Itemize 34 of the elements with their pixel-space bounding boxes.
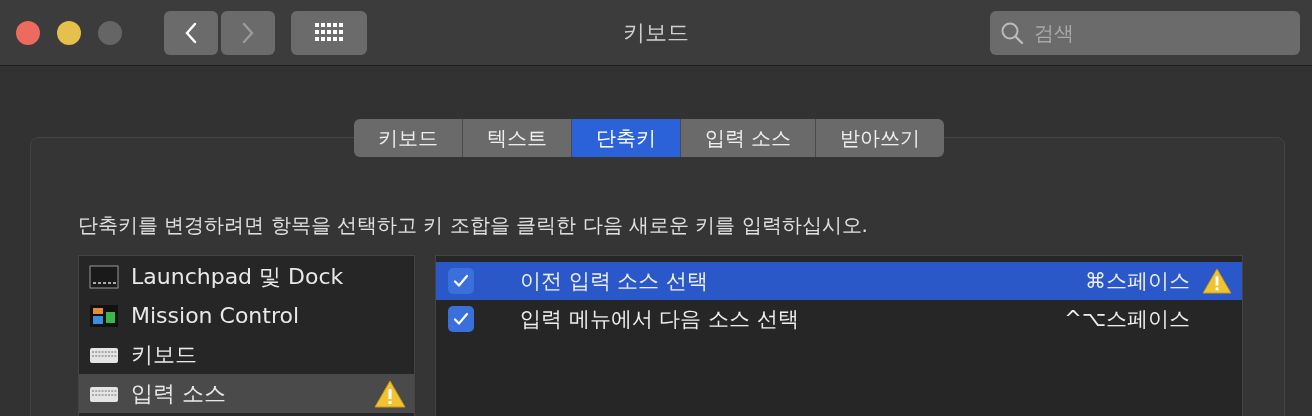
shortcut-label: 입력 메뉴에서 다음 소스 선택	[520, 306, 799, 333]
windows-icon	[89, 303, 119, 328]
category-item[interactable]: 키보드	[79, 335, 414, 374]
category-label: 키보드	[131, 340, 197, 369]
key-combination: ^⌥스페이스	[1064, 306, 1190, 333]
category-label: Launchpad 및 Dock	[131, 262, 344, 291]
close-button[interactable]	[16, 20, 40, 45]
category-item[interactable]: 입력 소스	[79, 374, 414, 413]
key-combination: ⌘스페이스	[1085, 268, 1190, 295]
forward-button[interactable]	[221, 10, 275, 55]
tab[interactable]: 키보드	[353, 119, 463, 157]
category-label: 입력 소스	[131, 379, 226, 408]
shortcut-row[interactable]: 입력 메뉴에서 다음 소스 선택 ^⌥스페이스	[436, 300, 1242, 338]
window-title: 키보드	[622, 18, 690, 47]
tab[interactable]: 받아쓰기	[816, 119, 945, 157]
checkbox[interactable]	[448, 306, 474, 332]
search-field[interactable]: 검색	[990, 10, 1300, 55]
checkbox[interactable]	[448, 268, 474, 294]
back-icon	[184, 21, 198, 44]
instruction-text: 단축키를 변경하려면 항목을 선택하고 키 조합을 클릭한 다음 새로운 키를 입력하십시오.	[78, 212, 869, 239]
shortcut-label: 이전 입력 소스 선택	[520, 268, 709, 295]
category-item[interactable]: Launchpad 및 Dock	[79, 257, 414, 296]
minimize-button[interactable]	[57, 20, 81, 45]
tab[interactable]: 입력 소스	[680, 119, 817, 157]
shortcut-row[interactable]: 이전 입력 소스 선택 ⌘스페이스	[436, 262, 1242, 300]
category-label: Mission Control	[131, 303, 300, 328]
category-item[interactable]: Mission Control	[79, 296, 414, 335]
tab[interactable]: 단축키	[571, 119, 681, 157]
show-all-button[interactable]	[291, 10, 367, 55]
dock-icon	[89, 264, 119, 289]
back-button[interactable]	[164, 10, 218, 55]
grid-icon	[315, 22, 343, 43]
tab[interactable]: 텍스트	[462, 119, 572, 157]
forward-icon	[241, 21, 255, 44]
